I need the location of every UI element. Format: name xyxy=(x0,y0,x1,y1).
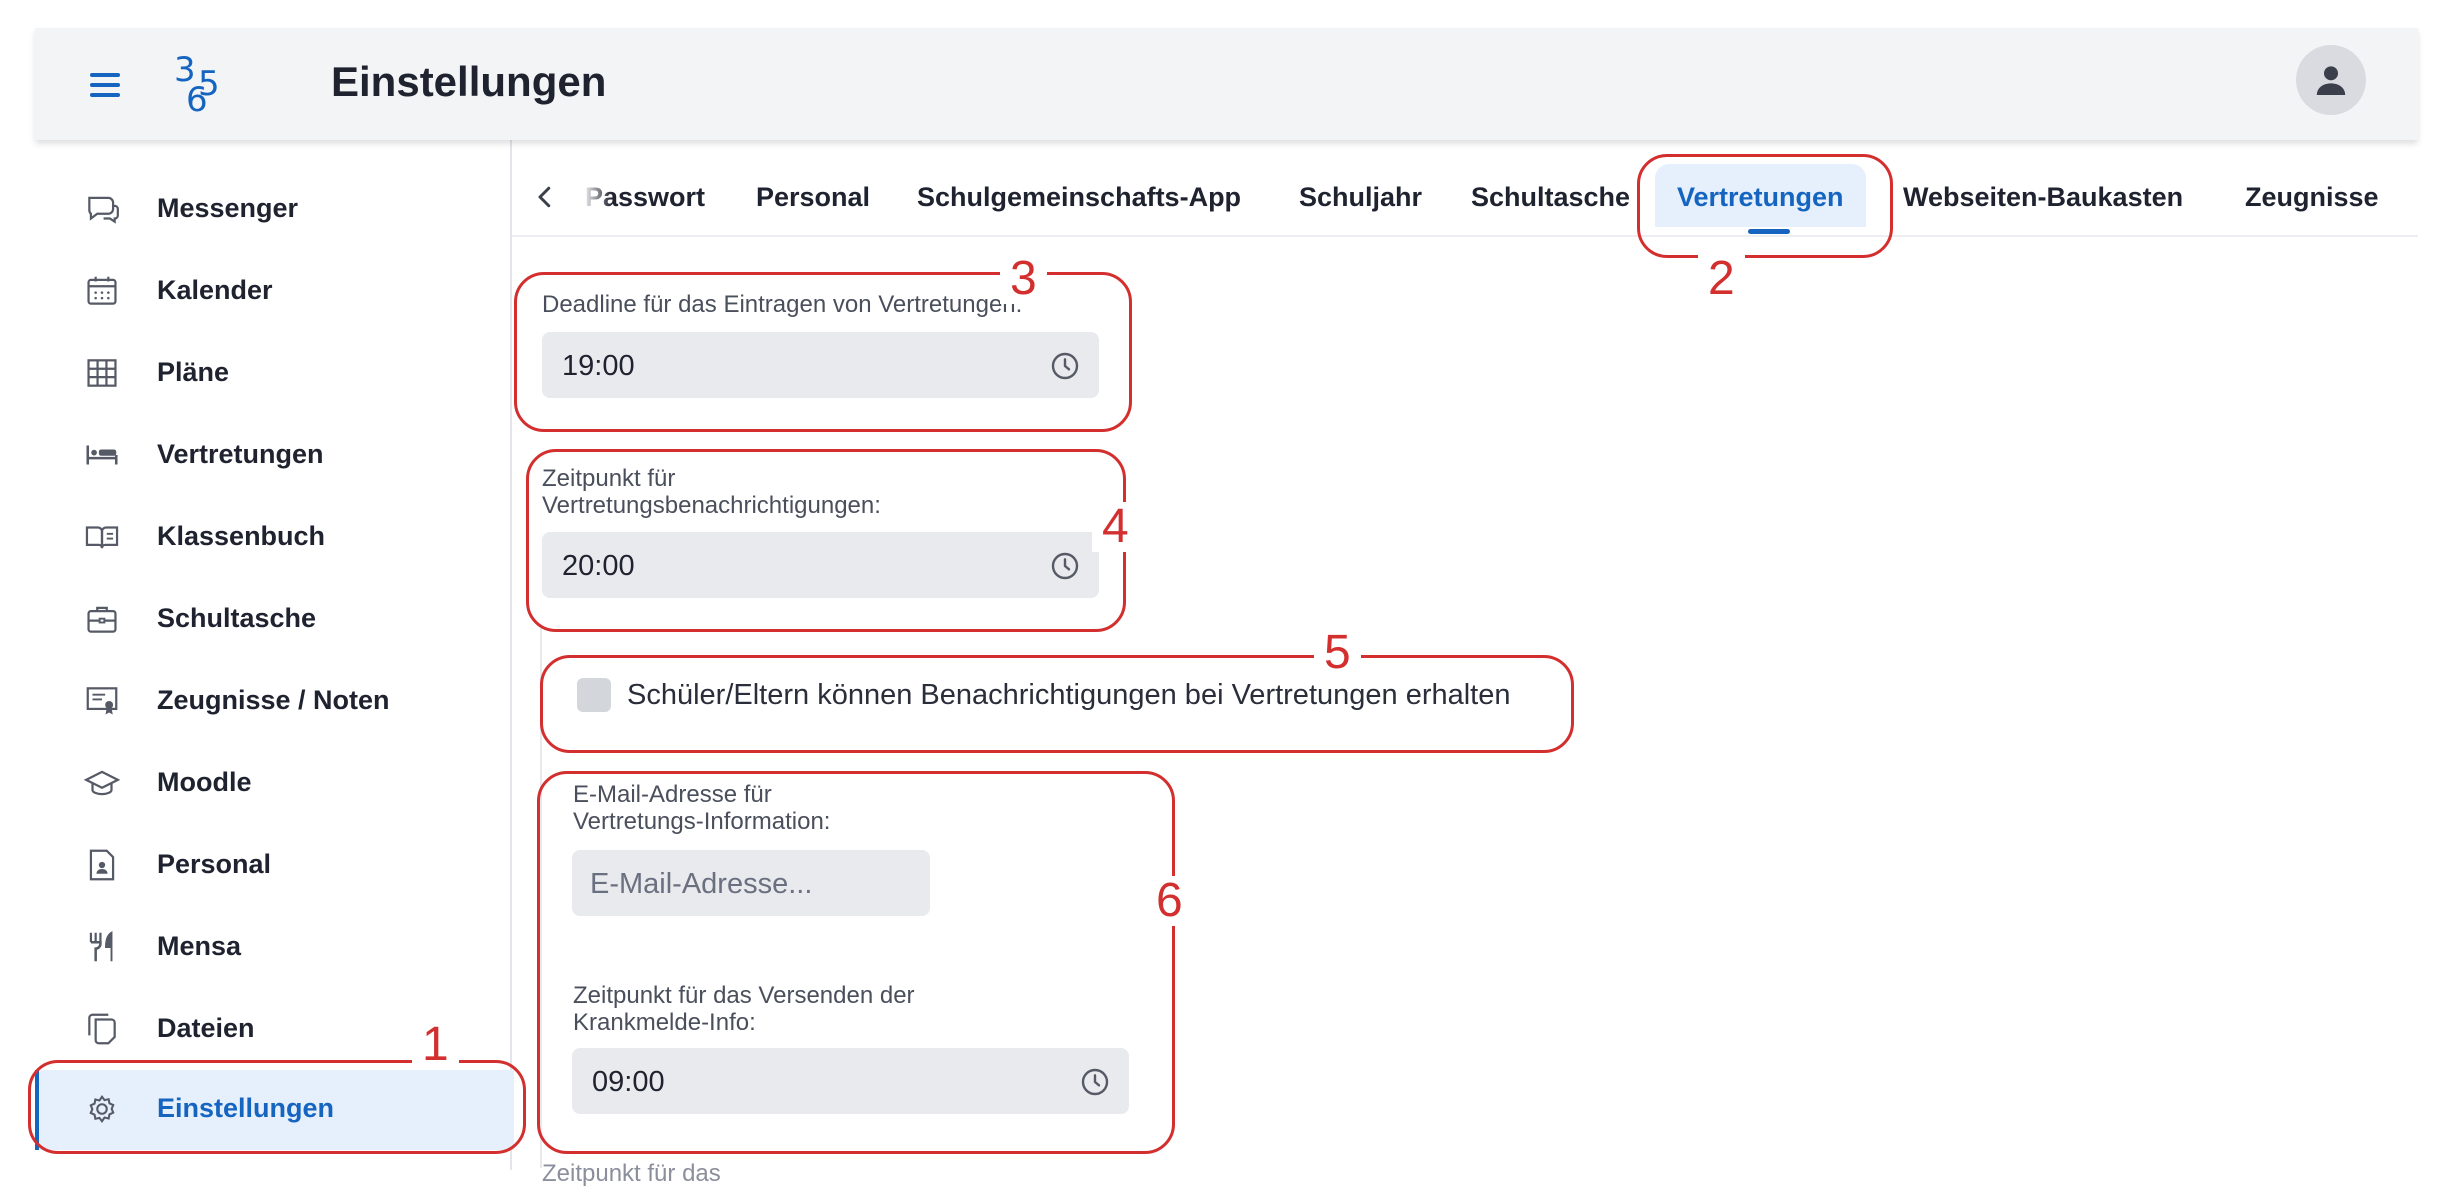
clock-icon[interactable] xyxy=(1079,1066,1111,1098)
sidebar-item-kalender[interactable]: Kalender xyxy=(35,252,510,330)
label-line: Krankmelde-Info: xyxy=(573,1009,756,1036)
grid-icon xyxy=(87,359,117,387)
sick-time-field[interactable]: 09:00 xyxy=(572,1048,1129,1114)
sick-time-label: Zeitpunkt für das Versenden der Krankmel… xyxy=(573,982,915,1036)
sidebar: Messenger Kalender Pläne Vertretungen Kl… xyxy=(35,140,514,1170)
chat-icon xyxy=(88,196,119,224)
cutlery-icon xyxy=(89,931,113,962)
logo-digit: 6 xyxy=(186,80,208,120)
sidebar-item-personal[interactable]: Personal xyxy=(35,826,510,904)
tab-personal[interactable]: Personal xyxy=(756,182,870,213)
bed-icon xyxy=(86,445,118,465)
sidebar-item-label: Kalender xyxy=(157,275,273,305)
notify-students-checkbox[interactable] xyxy=(577,678,611,712)
deadline-time-field[interactable]: 19:00 xyxy=(542,332,1099,398)
email-label: E-Mail-Adresse für Vertretungs-Informati… xyxy=(573,781,830,835)
annotation-number-3: 3 xyxy=(1000,254,1047,304)
user-avatar[interactable] xyxy=(2296,45,2366,115)
page-title: Einstellungen xyxy=(331,58,607,105)
tab-scroll-fade xyxy=(582,180,612,224)
sidebar-item-label: Personal xyxy=(157,849,272,879)
clock-icon[interactable] xyxy=(1049,350,1081,382)
sidebar-item-label: Vertretungen xyxy=(157,439,324,469)
annotation-number-6: 6 xyxy=(1146,876,1193,926)
gear-icon xyxy=(89,1095,115,1123)
label-line: Zeitpunkt für das Versenden der xyxy=(573,982,915,1009)
clock-icon[interactable] xyxy=(1049,550,1081,582)
deadline-label: Deadline für das Eintragen von Vertretun… xyxy=(542,291,1023,318)
section-divider xyxy=(540,628,542,1168)
app-logo[interactable]: 3 5 6 xyxy=(172,46,242,126)
notify-time-value: 20:00 xyxy=(562,550,635,582)
person-file-icon xyxy=(89,849,115,881)
annotation-number-4: 4 xyxy=(1092,502,1139,552)
notify-time-field[interactable]: 20:00 xyxy=(542,532,1099,598)
partial-label: Zeitpunkt für das xyxy=(542,1160,721,1187)
tab-vertretungen[interactable]: Vertretungen xyxy=(1655,164,1866,227)
hamburger-menu-icon[interactable] xyxy=(90,70,126,100)
email-placeholder: E-Mail-Adresse... xyxy=(590,868,813,900)
tab-zeugnisse[interactable]: Zeugnisse xyxy=(2245,182,2379,213)
sidebar-item-vertretungen[interactable]: Vertretungen xyxy=(35,416,510,494)
calendar-icon xyxy=(87,276,117,305)
email-input[interactable]: E-Mail-Adresse... xyxy=(572,850,930,916)
graduation-cap-icon xyxy=(83,770,121,796)
tab-schuljahr[interactable]: Schuljahr xyxy=(1299,182,1422,213)
deadline-value: 19:00 xyxy=(562,350,635,382)
sidebar-item-label: Klassenbuch xyxy=(157,521,326,551)
certificate-icon xyxy=(86,687,118,715)
sidebar-item-label: Pläne xyxy=(157,357,230,387)
sidebar-item-schultasche[interactable]: Schultasche xyxy=(35,580,510,658)
notify-time-label: Zeitpunkt für Vertretungsbenachrichtigun… xyxy=(542,465,881,519)
tab-webseiten-baukasten[interactable]: Webseiten-Baukasten xyxy=(1903,182,2183,213)
label-line: Vertretungsbenachrichtigungen: xyxy=(542,492,881,519)
chevron-left-icon[interactable] xyxy=(530,182,560,212)
sidebar-item-label: Zeugnisse / Noten xyxy=(157,685,390,715)
sick-time-value: 09:00 xyxy=(592,1066,665,1098)
tab-schulgemeinschafts-app[interactable]: Schulgemeinschafts-App xyxy=(917,182,1241,213)
tab-bar: Passwort Personal Schulgemeinschafts-App… xyxy=(512,160,2418,237)
sidebar-item-label: Mensa xyxy=(157,931,242,961)
sidebar-item-label: Dateien xyxy=(157,1013,255,1043)
label-line: E-Mail-Adresse für xyxy=(573,781,772,808)
sidebar-item-mensa[interactable]: Mensa xyxy=(35,908,510,986)
sidebar-item-klassenbuch[interactable]: Klassenbuch xyxy=(35,498,510,576)
briefcase-icon xyxy=(87,606,117,633)
label-line: Zeitpunkt für xyxy=(542,465,676,492)
person-icon xyxy=(2316,66,2346,95)
files-icon xyxy=(88,1013,116,1045)
annotation-number-1: 1 xyxy=(412,1020,459,1070)
sidebar-item-label: Einstellungen xyxy=(157,1093,335,1123)
active-tab-indicator xyxy=(1748,229,1790,234)
sidebar-item-plaene[interactable]: Pläne xyxy=(35,334,510,412)
annotation-number-5: 5 xyxy=(1314,628,1361,678)
app-header: 3 5 6 Einstellungen xyxy=(35,28,2418,140)
sidebar-item-messenger[interactable]: Messenger xyxy=(35,170,510,248)
tab-schultasche[interactable]: Schultasche xyxy=(1471,182,1630,213)
sidebar-item-einstellungen[interactable]: Einstellungen xyxy=(35,1070,514,1150)
sidebar-item-label: Messenger xyxy=(157,193,299,223)
sidebar-item-zeugnisse[interactable]: Zeugnisse / Noten xyxy=(35,662,510,740)
sidebar-item-moodle[interactable]: Moodle xyxy=(35,744,510,822)
book-icon xyxy=(85,526,119,549)
label-line: Vertretungs-Information: xyxy=(573,808,831,835)
annotation-number-2: 2 xyxy=(1698,254,1745,304)
sidebar-item-label: Moodle xyxy=(157,767,252,797)
notify-students-label: Schüler/Eltern können Benachrichtigungen… xyxy=(627,679,1511,711)
sidebar-item-label: Schultasche xyxy=(157,603,317,633)
